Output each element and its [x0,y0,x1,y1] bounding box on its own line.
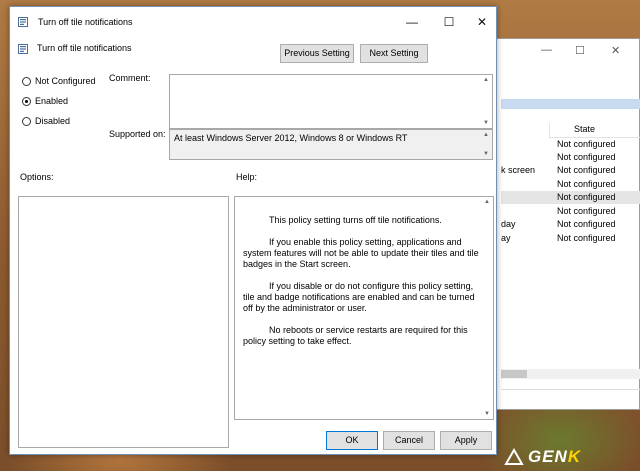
scroll-up-icon[interactable]: ▲ [483,132,489,138]
state-column-header[interactable]: State [549,123,640,138]
list-item-state: Not configured [557,152,616,162]
background-policy-window[interactable]: — ☐ ✕ State Not configured Not configure… [496,38,640,410]
help-text: If you disable or do not configure this … [243,281,475,313]
list-item-state: Not configured [557,179,616,189]
scroll-down-icon[interactable]: ▼ [483,120,489,126]
help-text: This policy setting turns off tile notif… [269,215,442,225]
selection-strip [501,99,640,109]
comment-scrollbar[interactable]: ▲ ▼ [482,75,492,128]
list-item-state: Not configured [557,206,616,216]
help-paragraph: This policy setting turns off tile notif… [243,215,479,226]
background-titlebar: — ☐ ✕ [497,39,639,63]
options-label: Options: [20,172,54,182]
minimize-icon: — [406,15,418,29]
supported-on-label: Supported on: [109,129,166,139]
apply-button[interactable]: Apply [440,431,492,450]
policy-setting-dialog: Turn off tile notifications — ☐ ✕ Turn o… [9,6,497,455]
help-paragraph: No reboots or service restarts are requi… [243,325,479,347]
policy-app-icon [18,17,28,27]
policy-header-title: Turn off tile notifications [37,43,132,53]
cancel-button[interactable]: Cancel [383,431,435,450]
genk-watermark: GENK [528,447,581,467]
list-item-selected[interactable]: Not configured [501,191,640,204]
help-panel[interactable]: This policy setting turns off tile notif… [234,196,494,420]
genk-logo-icon [504,448,524,465]
radio-button-checked[interactable] [22,97,31,106]
help-label: Help: [236,172,258,182]
list-item[interactable]: Not configured [501,205,640,218]
dialog-titlebar[interactable]: Turn off tile notifications — ☐ ✕ [10,7,496,35]
scroll-down-icon[interactable]: ▼ [483,151,489,157]
help-text: No reboots or service restarts are requi… [243,325,468,346]
list-item[interactable]: Not configured [501,138,640,151]
dialog-title: Turn off tile notifications [38,17,133,27]
close-button[interactable]: ✕ [468,11,496,33]
scroll-up-icon[interactable]: ▲ [484,199,490,205]
list-item-state: Not configured [557,192,616,202]
radio-button[interactable] [22,117,31,126]
list-item-state: Not configured [557,233,616,243]
maximize-icon[interactable]: ☐ [575,44,585,57]
comment-label: Comment: [109,73,151,83]
comment-textarea[interactable]: ▲ ▼ [169,74,493,129]
help-paragraph: If you disable or do not configure this … [243,281,479,314]
radio-label: Disabled [35,116,71,126]
list-item[interactable]: ay Not configured [501,232,640,245]
close-icon[interactable]: ✕ [611,44,620,57]
radio-label: Not Configured [35,76,96,86]
list-item-state: Not configured [557,219,616,229]
status-area [501,389,640,410]
radio-label: Enabled [35,96,69,106]
previous-setting-button[interactable]: Previous Setting [280,44,354,63]
scroll-down-icon[interactable]: ▼ [484,411,490,417]
close-icon: ✕ [476,15,488,29]
minimize-icon[interactable]: — [541,44,552,56]
supported-scrollbar[interactable]: ▲ ▼ [482,130,492,159]
maximize-icon: ☐ [443,15,455,29]
help-scrollbar[interactable]: ▲ ▼ [483,197,493,419]
watermark-accent: K [567,447,582,466]
scrollbar-thumb[interactable] [501,370,527,378]
radio-button[interactable] [22,77,31,86]
policy-icon [18,44,28,54]
maximize-button[interactable]: ☐ [435,11,463,33]
list-item-name: ay [501,233,511,243]
options-panel[interactable] [18,196,229,448]
supported-on-field: At least Windows Server 2012, Windows 8 … [169,129,493,160]
list-item-name: k screen [501,165,536,175]
list-item[interactable]: Not configured [501,178,640,191]
list-item[interactable]: Not configured [501,151,640,164]
help-text: If you enable this policy setting, appli… [243,237,479,269]
help-paragraph: If you enable this policy setting, appli… [243,237,479,270]
minimize-button[interactable]: — [398,11,426,33]
supported-on-value: At least Windows Server 2012, Windows 8 … [174,133,408,143]
list-item-name: day [501,219,516,229]
list-item-state: Not configured [557,165,616,175]
state-header-label: State [574,124,596,134]
list-item-state: Not configured [557,139,616,149]
next-setting-button[interactable]: Next Setting [360,44,428,63]
ok-button[interactable]: OK [326,431,378,450]
scroll-up-icon[interactable]: ▲ [483,77,489,83]
horizontal-scrollbar[interactable] [501,369,640,379]
list-item[interactable]: k screen Not configured [501,164,640,177]
watermark-text: GEN [528,447,568,466]
list-item[interactable]: day Not configured [501,218,640,231]
